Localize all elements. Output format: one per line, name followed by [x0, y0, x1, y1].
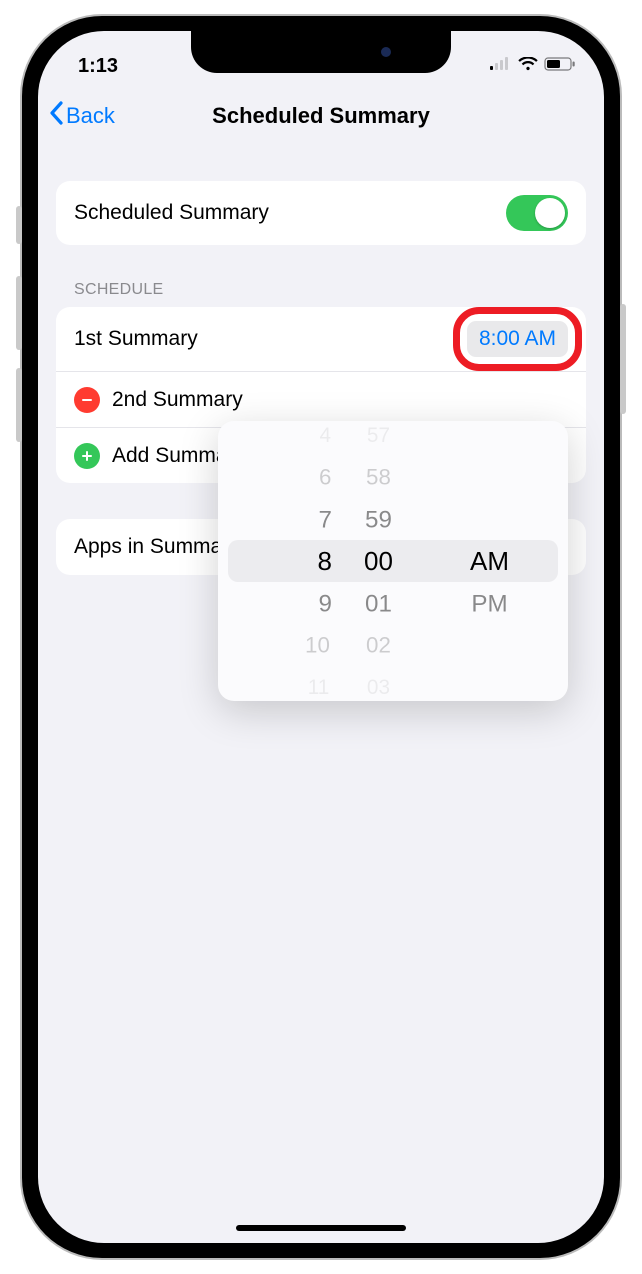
hour-wheel[interactable]: 4 6 7 8 9 10 11	[236, 421, 360, 701]
chevron-left-icon	[48, 101, 64, 131]
summary-toggle-card: Scheduled Summary	[56, 181, 586, 245]
second-summary-row[interactable]: 2nd Summary	[56, 371, 586, 427]
ampm-spacer	[471, 459, 477, 495]
toggle-label: Scheduled Summary	[74, 201, 269, 225]
picker-columns: 4 6 7 8 9 10 11 57 58 59 00 01 02	[218, 421, 568, 701]
wifi-icon	[518, 57, 538, 76]
ampm-option[interactable]: PM	[471, 583, 507, 622]
status-indicators	[490, 57, 576, 76]
minute-option[interactable]: 03	[367, 670, 390, 701]
cellular-icon	[490, 57, 512, 76]
volume-down-button	[16, 368, 22, 442]
content: Scheduled Summary SCHEDULE 1st Summary 8…	[38, 181, 604, 1243]
ampm-wheel[interactable]: AM PM	[460, 421, 550, 701]
ampm-spacer	[471, 670, 477, 701]
ampm-option-selected[interactable]: AM	[470, 540, 509, 582]
minute-wheel[interactable]: 57 58 59 00 01 02 03	[360, 421, 460, 701]
first-summary-row[interactable]: 1st Summary 8:00 AM	[56, 307, 586, 371]
page-title: Scheduled Summary	[212, 103, 430, 129]
ampm-spacer	[470, 499, 477, 538]
ampm-spacer	[471, 421, 477, 452]
battery-icon	[544, 57, 576, 76]
minute-option[interactable]: 58	[366, 459, 391, 495]
minute-option[interactable]: 02	[366, 627, 391, 663]
scheduled-summary-toggle[interactable]	[506, 195, 568, 231]
remove-summary-button[interactable]	[74, 387, 100, 413]
volume-up-button	[16, 276, 22, 350]
ampm-spacer	[471, 627, 477, 663]
notch	[191, 31, 451, 73]
minute-option[interactable]: 59	[365, 499, 392, 538]
device-frame: 1:13	[22, 16, 620, 1258]
scheduled-summary-toggle-row: Scheduled Summary	[56, 181, 586, 245]
mute-switch	[16, 206, 22, 244]
minute-option[interactable]: 01	[365, 583, 392, 622]
status-time: 1:13	[78, 55, 118, 78]
schedule-section-header: SCHEDULE	[74, 281, 586, 299]
back-button[interactable]: Back	[48, 101, 115, 131]
add-summary-button[interactable]	[74, 443, 100, 469]
apps-label: Apps in Summary	[74, 535, 240, 559]
hour-option[interactable]: 11	[308, 670, 330, 701]
hour-option[interactable]: 10	[305, 627, 330, 663]
nav-bar: Back Scheduled Summary	[38, 87, 604, 145]
screen: 1:13	[38, 31, 604, 1243]
hour-option-selected[interactable]: 8	[318, 540, 332, 582]
back-label: Back	[66, 103, 115, 129]
minute-option-selected[interactable]: 00	[364, 540, 393, 582]
hour-option[interactable]: 9	[318, 583, 331, 622]
first-summary-time-button[interactable]: 8:00 AM	[467, 321, 568, 357]
hour-option[interactable]: 4	[319, 421, 331, 452]
hour-option[interactable]: 7	[318, 499, 331, 538]
first-summary-label: 1st Summary	[74, 327, 198, 351]
first-summary-time: 8:00 AM	[479, 327, 556, 350]
minute-option[interactable]: 57	[367, 421, 390, 452]
power-button	[620, 304, 626, 414]
home-indicator[interactable]	[236, 1225, 406, 1231]
second-summary-label: 2nd Summary	[112, 388, 243, 412]
hour-option[interactable]: 6	[319, 459, 331, 495]
time-picker-popover[interactable]: 4 6 7 8 9 10 11 57 58 59 00 01 02	[218, 421, 568, 701]
